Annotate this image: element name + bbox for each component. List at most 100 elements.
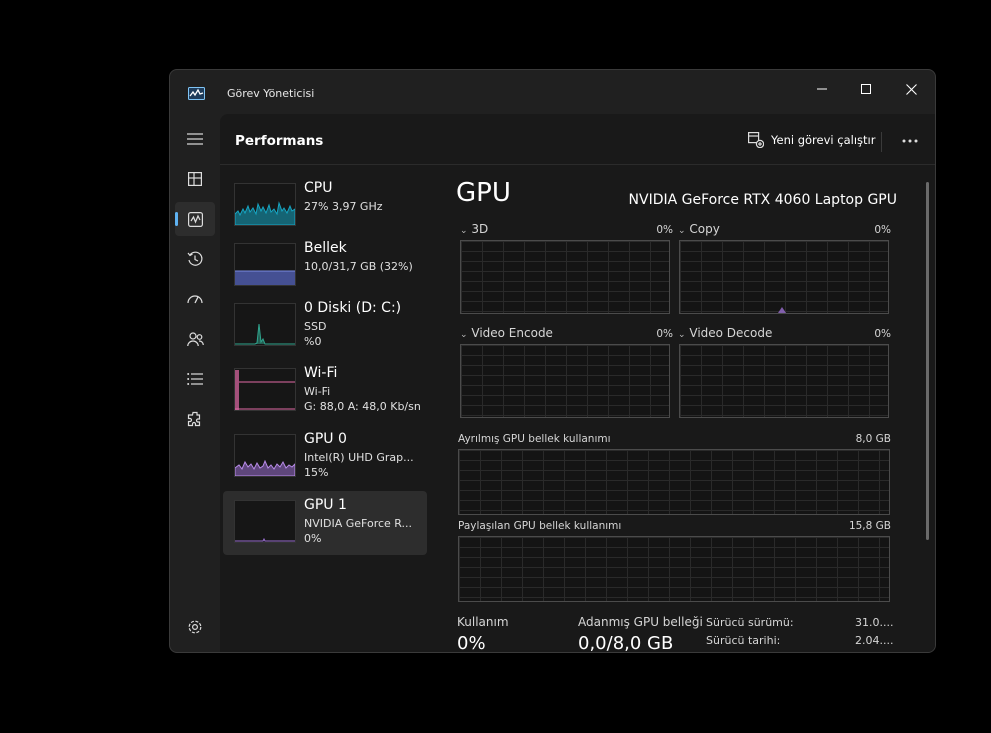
run-new-task-label: Yeni görevi çalıştır	[771, 133, 876, 147]
page-title: Performans	[235, 133, 324, 149]
title-bar: Görev Yöneticisi	[170, 70, 935, 114]
device-item-cpu[interactable]: CPU 27% 3,97 GHz	[223, 174, 427, 238]
nav-app-history[interactable]	[175, 242, 215, 276]
device-name: Bellek	[304, 240, 347, 256]
wifi-thumbnail-graph	[234, 368, 296, 411]
device-name: CPU	[304, 180, 333, 196]
engine-graph-copy	[679, 240, 889, 314]
usage-label: Kullanım	[457, 615, 509, 629]
device-detail: Wi-Fi	[304, 385, 331, 398]
usage-value: 0%	[457, 633, 486, 653]
engine-selector-3d[interactable]: ⌄ 3D	[460, 222, 488, 236]
dedicated-memory-label: Ayrılmış GPU bellek kullanımı	[458, 433, 611, 445]
driver-version-label: Sürücü sürümü:	[706, 616, 794, 629]
device-item-gpu1[interactable]: GPU 1 NVIDIA GeForce R... 0%	[223, 491, 427, 555]
nav-services[interactable]	[175, 402, 215, 436]
engine-selector-video-encode[interactable]: ⌄ Video Encode	[460, 326, 553, 340]
scrollbar[interactable]	[926, 182, 929, 540]
settings-icon	[188, 620, 202, 634]
engine-value: 0%	[874, 224, 891, 236]
device-detail: 0%	[304, 532, 322, 545]
engine-label: Video Decode	[689, 326, 773, 340]
dedicated-memory-max: 8,0 GB	[855, 433, 891, 445]
device-name: Wi-Fi	[304, 365, 338, 381]
menu-icon	[187, 133, 203, 145]
device-name: GPU 1	[304, 497, 347, 513]
engine-value: 0%	[874, 328, 891, 340]
task-manager-app-icon	[188, 87, 205, 100]
shared-memory-max: 15,8 GB	[848, 520, 891, 532]
nav-performance[interactable]	[175, 202, 215, 236]
task-manager-window: Görev Yöneticisi Performans Yeni görevi …	[169, 69, 936, 653]
shared-memory-graph	[458, 536, 890, 602]
engine-label: Copy	[689, 222, 720, 236]
cpu-thumbnail-graph	[234, 183, 296, 226]
run-new-task-button[interactable]: Yeni görevi çalıştır	[748, 128, 875, 152]
nav-processes[interactable]	[175, 162, 215, 196]
users-icon	[186, 331, 204, 346]
app-history-icon	[187, 251, 203, 266]
chevron-down-icon: ⌄	[678, 330, 686, 340]
device-detail: 10,0/31,7 GB (32%)	[304, 260, 413, 273]
hamburger-menu-button[interactable]	[175, 122, 215, 156]
startup-icon	[187, 295, 203, 304]
device-detail: NVIDIA GeForce R...	[304, 517, 413, 530]
memory-thumbnail-graph	[234, 243, 296, 286]
dedicated-memory-graph	[458, 449, 890, 515]
device-detail: Intel(R) UHD Grap...	[304, 451, 414, 464]
engine-selector-copy[interactable]: ⌄ Copy	[678, 222, 720, 236]
content-area: Performans Yeni görevi çalıştır CPU 27% …	[220, 114, 935, 652]
performance-icon	[187, 211, 203, 227]
close-button[interactable]	[888, 74, 934, 104]
engine-graph-3d	[460, 240, 670, 314]
navigation-rail	[170, 114, 220, 652]
device-detail: 15%	[304, 466, 329, 479]
engine-label: Video Encode	[471, 326, 553, 340]
maximize-icon	[861, 84, 871, 94]
toolbar-separator	[881, 132, 882, 152]
engine-value: 0%	[656, 224, 673, 236]
driver-version-value: 31.0....	[855, 616, 894, 629]
minimize-icon	[817, 88, 827, 90]
gpu-title: GPU	[456, 178, 511, 208]
shared-memory-label: Paylaşılan GPU bellek kullanımı	[458, 520, 622, 532]
device-name: 0 Diski (D: C:)	[304, 300, 402, 316]
engine-label: 3D	[471, 222, 489, 236]
device-item-memory[interactable]: Bellek 10,0/31,7 GB (32%)	[223, 234, 427, 298]
nav-users[interactable]	[175, 322, 215, 356]
device-item-disk[interactable]: 0 Diski (D: C:) SSD %0	[223, 294, 427, 358]
engine-selector-video-decode[interactable]: ⌄ Video Decode	[678, 326, 772, 340]
minimize-button[interactable]	[799, 74, 845, 104]
chevron-down-icon: ⌄	[678, 226, 686, 236]
chevron-down-icon: ⌄	[460, 330, 468, 340]
device-detail: %0	[304, 335, 322, 348]
gpu-detail-panel: GPU NVIDIA GeForce RTX 4060 Laptop GPU ⌄…	[455, 165, 920, 652]
engine-value: 0%	[656, 328, 673, 340]
device-item-gpu0[interactable]: GPU 0 Intel(R) UHD Grap... 15%	[223, 425, 427, 489]
services-icon	[187, 411, 201, 427]
chevron-down-icon: ⌄	[460, 226, 468, 236]
driver-date-label: Sürücü tarihi:	[706, 634, 781, 647]
nav-details[interactable]	[175, 362, 215, 396]
device-list: CPU 27% 3,97 GHz Bellek 10,0/31,7 GB (32…	[220, 165, 435, 652]
device-detail: SSD	[304, 320, 327, 333]
processes-icon	[188, 172, 202, 186]
dedicated-gpu-memory-label: Adanmış GPU belleği	[578, 615, 703, 629]
gpu-model-name: NVIDIA GeForce RTX 4060 Laptop GPU	[628, 192, 897, 208]
nav-startup[interactable]	[175, 282, 215, 316]
window-title: Görev Yöneticisi	[227, 87, 315, 100]
device-name: GPU 0	[304, 431, 347, 447]
gpu1-thumbnail-graph	[234, 500, 296, 543]
maximize-button[interactable]	[843, 74, 889, 104]
dedicated-gpu-memory-value: 0,0/8,0 GB	[578, 633, 674, 653]
disk-thumbnail-graph	[234, 303, 296, 346]
device-item-wifi[interactable]: Wi-Fi Wi-Fi G: 88,0 A: 48,0 Kb/sn	[223, 359, 427, 423]
engine-graph-video-decode	[679, 344, 889, 418]
details-icon	[187, 373, 203, 385]
nav-settings[interactable]	[175, 610, 215, 644]
close-icon	[905, 83, 917, 95]
device-detail: G: 88,0 A: 48,0 Kb/sn	[304, 400, 421, 413]
run-task-icon	[748, 132, 764, 148]
more-options-button[interactable]	[896, 130, 924, 152]
device-detail: 27% 3,97 GHz	[304, 200, 383, 213]
